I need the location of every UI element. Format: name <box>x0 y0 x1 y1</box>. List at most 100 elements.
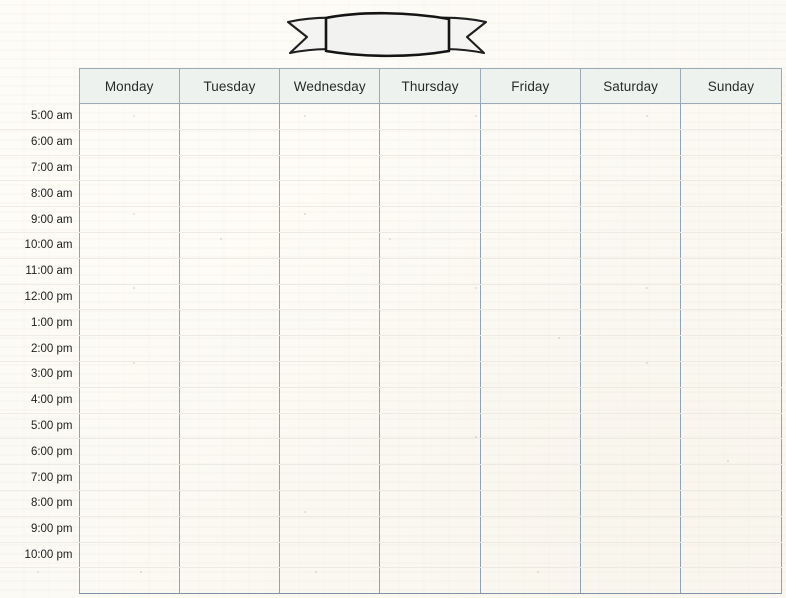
schedule-cell[interactable] <box>479 155 581 182</box>
schedule-cell[interactable] <box>379 490 481 517</box>
schedule-cell[interactable] <box>479 516 581 543</box>
schedule-cell[interactable] <box>680 567 782 595</box>
schedule-cell[interactable] <box>279 516 380 543</box>
schedule-cell[interactable] <box>479 129 581 156</box>
schedule-cell[interactable] <box>379 464 481 491</box>
schedule-cell[interactable] <box>178 129 280 156</box>
schedule-cell[interactable] <box>78 103 180 130</box>
schedule-cell[interactable] <box>479 232 581 259</box>
schedule-cell[interactable] <box>379 180 481 208</box>
schedule-cell[interactable] <box>178 284 280 311</box>
schedule-cell[interactable] <box>680 232 782 259</box>
schedule-cell[interactable] <box>680 490 782 517</box>
schedule-cell[interactable] <box>479 567 581 595</box>
schedule-cell[interactable] <box>680 284 782 311</box>
schedule-cell[interactable] <box>680 464 782 491</box>
schedule-cell[interactable] <box>579 284 681 311</box>
schedule-cell[interactable] <box>379 155 481 182</box>
schedule-cell[interactable] <box>579 516 681 543</box>
schedule-cell[interactable] <box>178 542 280 569</box>
schedule-cell[interactable] <box>579 180 681 208</box>
day-header-monday[interactable]: Monday <box>78 68 180 104</box>
schedule-cell[interactable] <box>379 206 481 233</box>
schedule-cell[interactable] <box>78 567 180 595</box>
schedule-cell[interactable] <box>78 413 180 440</box>
schedule-cell[interactable] <box>78 155 180 182</box>
schedule-cell[interactable] <box>78 284 180 311</box>
schedule-cell[interactable] <box>178 335 280 362</box>
schedule-cell[interactable] <box>279 542 380 569</box>
schedule-cell[interactable] <box>579 335 681 362</box>
schedule-cell[interactable] <box>479 464 581 491</box>
day-header-sunday[interactable]: Sunday <box>680 68 782 104</box>
schedule-cell[interactable] <box>178 438 280 466</box>
schedule-cell[interactable] <box>379 103 481 130</box>
schedule-cell[interactable] <box>279 284 380 311</box>
schedule-cell[interactable] <box>78 516 180 543</box>
schedule-cell[interactable] <box>279 567 380 595</box>
schedule-cell[interactable] <box>379 567 481 595</box>
schedule-cell[interactable] <box>479 258 581 285</box>
schedule-cell[interactable] <box>579 309 681 337</box>
schedule-cell[interactable] <box>479 387 581 414</box>
schedule-cell[interactable] <box>178 232 280 259</box>
schedule-cell[interactable] <box>279 206 380 233</box>
schedule-cell[interactable] <box>279 155 380 182</box>
schedule-cell[interactable] <box>579 413 681 440</box>
schedule-cell[interactable] <box>579 258 681 285</box>
schedule-cell[interactable] <box>479 206 581 233</box>
schedule-cell[interactable] <box>279 387 380 414</box>
schedule-cell[interactable] <box>178 516 280 543</box>
schedule-cell[interactable] <box>78 258 180 285</box>
schedule-cell[interactable] <box>379 258 481 285</box>
schedule-cell[interactable] <box>579 129 681 156</box>
schedule-cell[interactable] <box>178 413 280 440</box>
schedule-cell[interactable] <box>479 438 581 466</box>
schedule-cell[interactable] <box>279 180 380 208</box>
schedule-cell[interactable] <box>379 335 481 362</box>
schedule-cell[interactable] <box>379 284 481 311</box>
schedule-cell[interactable] <box>379 129 481 156</box>
schedule-cell[interactable] <box>78 361 180 388</box>
schedule-cell[interactable] <box>178 567 280 595</box>
schedule-cell[interactable] <box>479 335 581 362</box>
schedule-cell[interactable] <box>479 103 581 130</box>
schedule-cell[interactable] <box>78 542 180 569</box>
schedule-cell[interactable] <box>579 567 681 595</box>
schedule-cell[interactable] <box>78 309 180 337</box>
schedule-cell[interactable] <box>379 438 481 466</box>
schedule-cell[interactable] <box>479 309 581 337</box>
schedule-cell[interactable] <box>579 490 681 517</box>
schedule-cell[interactable] <box>279 258 380 285</box>
schedule-cell[interactable] <box>279 335 380 362</box>
schedule-cell[interactable] <box>680 129 782 156</box>
schedule-cell[interactable] <box>279 103 380 130</box>
schedule-cell[interactable] <box>680 413 782 440</box>
schedule-cell[interactable] <box>579 232 681 259</box>
schedule-cell[interactable] <box>78 180 180 208</box>
schedule-cell[interactable] <box>579 438 681 466</box>
schedule-cell[interactable] <box>579 464 681 491</box>
schedule-cell[interactable] <box>279 309 380 337</box>
schedule-cell[interactable] <box>680 206 782 233</box>
schedule-cell[interactable] <box>379 516 481 543</box>
schedule-cell[interactable] <box>579 542 681 569</box>
ribbon-banner[interactable] <box>281 6 493 62</box>
schedule-cell[interactable] <box>178 490 280 517</box>
schedule-cell[interactable] <box>479 413 581 440</box>
schedule-cell[interactable] <box>279 413 380 440</box>
schedule-cell[interactable] <box>178 258 280 285</box>
schedule-cell[interactable] <box>680 155 782 182</box>
schedule-cell[interactable] <box>579 155 681 182</box>
schedule-cell[interactable] <box>178 155 280 182</box>
schedule-cell[interactable] <box>579 387 681 414</box>
schedule-cell[interactable] <box>479 180 581 208</box>
schedule-cell[interactable] <box>178 387 280 414</box>
schedule-cell[interactable] <box>78 206 180 233</box>
schedule-cell[interactable] <box>680 309 782 337</box>
schedule-cell[interactable] <box>178 206 280 233</box>
schedule-cell[interactable] <box>78 387 180 414</box>
schedule-cell[interactable] <box>680 361 782 388</box>
day-header-tuesday[interactable]: Tuesday <box>178 68 280 104</box>
schedule-cell[interactable] <box>379 309 481 337</box>
